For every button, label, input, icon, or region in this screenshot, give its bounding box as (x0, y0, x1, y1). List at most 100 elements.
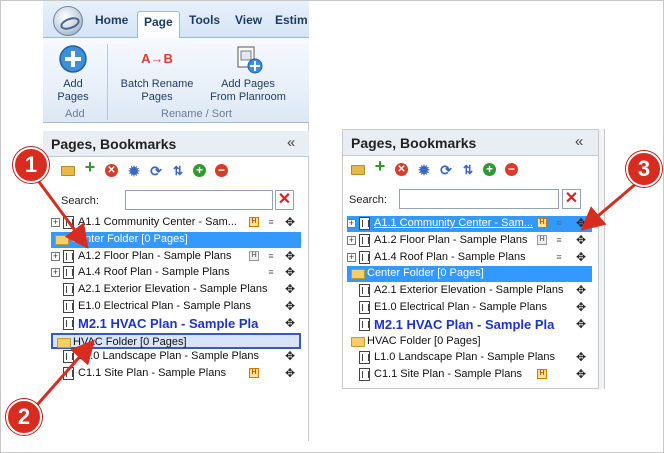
new-folder-icon[interactable] (351, 165, 365, 175)
tree-page-row[interactable]: + A1.2 Floor Plan - Sample Plans ✥ H ≡ (51, 249, 301, 265)
collapse-all-icon[interactable]: − (505, 163, 518, 176)
add-circle-icon (59, 45, 87, 73)
tree-page-row[interactable]: + A1.2 Floor Plan - Sample Plans ✥ H ≡ (347, 233, 592, 249)
expand-node-icon[interactable]: + (51, 268, 60, 278)
collapse-pane-icon[interactable]: « (287, 134, 295, 151)
add-pages-button[interactable]: Add Pages (51, 44, 95, 104)
move-handle-icon[interactable]: ✥ (285, 283, 295, 295)
move-handle-icon[interactable]: ✥ (576, 217, 586, 229)
move-handle-icon[interactable]: ✥ (285, 300, 295, 312)
expand-all-icon[interactable]: + (193, 164, 206, 177)
pages-pane-title: Pages, Bookmarks (351, 135, 477, 151)
search-input[interactable] (399, 189, 559, 209)
move-handle-icon[interactable]: ✥ (576, 351, 586, 363)
tree-item-label: E1.0 Electrical Plan - Sample Plans (374, 301, 548, 313)
tab-page[interactable]: Page (137, 11, 180, 39)
tree-folder-row[interactable]: Center Folder [0 Pages] (347, 266, 592, 283)
tree-page-row[interactable]: + A1.4 Roof Plan - Sample Plans ✥ ≡ (347, 250, 592, 266)
tree-page-row[interactable]: A2.1 Exterior Elevation - Sample Plans ✥ (51, 282, 301, 298)
tree-page-row[interactable]: E1.0 Electrical Plan - Sample Plans ✥ (347, 300, 592, 316)
add-icon[interactable]: + (83, 158, 97, 176)
page-icon (63, 249, 74, 263)
expand-node-icon[interactable]: + (51, 251, 60, 261)
overlay-lines-icon: ≡ (556, 234, 562, 245)
page-icon (359, 233, 370, 247)
add-pages-label: Add Pages (57, 78, 89, 103)
tree-page-row[interactable]: E1.0 Electrical Plan - Sample Plans ✥ (51, 299, 301, 315)
move-handle-icon[interactable]: ✥ (285, 367, 295, 379)
collapse-all-icon[interactable]: − (215, 164, 228, 177)
page-icon (359, 317, 370, 331)
search-input[interactable] (125, 190, 273, 210)
move-handle-icon[interactable]: ✥ (285, 350, 295, 362)
tab-estimate[interactable]: Estim (275, 13, 308, 27)
callout-2: 2 (6, 399, 42, 435)
move-handle-icon[interactable]: ✥ (285, 250, 295, 262)
delete-icon[interactable]: ✕ (105, 164, 118, 177)
sort-icon[interactable]: ⇅ (171, 164, 185, 178)
move-handle-icon[interactable]: ✥ (576, 234, 586, 246)
move-handle-icon[interactable]: ✥ (576, 284, 586, 296)
tree-item-label: M2.1 HVAC Plan - Sample Pla (374, 316, 555, 332)
tab-tools[interactable]: Tools (189, 13, 220, 27)
tree-item-label: HVAC Folder [0 Pages] (73, 335, 187, 348)
tree-page-row[interactable]: L1.0 Landscape Plan - Sample Plans ✥ (51, 349, 301, 365)
search-label: Search: (349, 194, 387, 206)
page-icon (359, 301, 370, 314)
tree-page-row[interactable]: + A1.1 Community Center - Sam... ✥ H ≡ (347, 216, 592, 232)
gear-icon[interactable]: ✹ (127, 164, 141, 178)
move-handle-icon[interactable]: ✥ (576, 251, 586, 263)
tree-page-row[interactable]: M2.1 HVAC Plan - Sample Pla ✥ (347, 317, 592, 333)
gear-icon[interactable]: ✹ (417, 163, 431, 177)
tree-page-row[interactable]: C1.1 Site Plan - Sample Plans ✥ H (347, 367, 592, 383)
ribbon-tab-bar: Home Page Tools View Estim (43, 1, 309, 39)
overlay-lines-icon: ≡ (268, 267, 274, 278)
clear-search-icon[interactable]: ✕ (275, 190, 294, 210)
expand-node-icon[interactable]: + (347, 219, 356, 228)
overlay-lines-icon: ≡ (556, 251, 562, 262)
header-footer-icon: H (249, 250, 259, 261)
batch-rename-pages-button[interactable]: A→B Batch Rename Pages (113, 44, 201, 104)
tree-item-label: A1.1 Community Center - Sam... (78, 216, 237, 228)
refresh-icon[interactable]: ⟳ (149, 164, 163, 178)
page-icon (63, 350, 74, 364)
move-handle-icon[interactable]: ✥ (576, 301, 586, 313)
tab-home[interactable]: Home (95, 13, 128, 27)
page-icon (63, 283, 74, 297)
move-handle-icon[interactable]: ✥ (285, 317, 295, 329)
clear-search-icon[interactable]: ✕ (562, 189, 581, 209)
tree-folder-row[interactable]: HVAC Folder [0 Pages] (51, 332, 301, 349)
move-handle-icon[interactable]: ✥ (285, 216, 295, 228)
delete-icon[interactable]: ✕ (395, 163, 408, 176)
folder-icon (55, 234, 69, 245)
tree-item-label: A1.4 Roof Plan - Sample Plans (374, 250, 526, 263)
add-pages-from-planroom-button[interactable]: Add Pages From Planroom (203, 44, 293, 104)
tree-page-row[interactable]: M2.1 HVAC Plan - Sample Pla ✥ (51, 316, 301, 332)
tree-page-row[interactable]: A2.1 Exterior Elevation - Sample Plans ✥ (347, 283, 592, 299)
header-footer-icon: H (537, 218, 547, 228)
tree-page-row[interactable]: C1.1 Site Plan - Sample Plans ✥ H (51, 366, 301, 382)
tree-folder-row[interactable]: HVAC Folder [0 Pages] (347, 334, 592, 350)
move-handle-icon[interactable]: ✥ (285, 266, 295, 278)
tree-page-row[interactable]: L1.0 Landscape Plan - Sample Plans ✥ (347, 350, 592, 366)
expand-node-icon[interactable]: + (347, 235, 356, 245)
collapse-pane-icon[interactable]: « (575, 133, 583, 150)
move-handle-icon[interactable]: ✥ (576, 368, 586, 380)
expand-node-icon[interactable]: + (51, 218, 60, 227)
new-folder-icon[interactable] (61, 166, 75, 176)
refresh-icon[interactable]: ⟳ (439, 163, 453, 177)
tree-folder-row[interactable]: Center Folder [0 Pages] (51, 231, 301, 248)
planroom-label: Add Pages From Planroom (210, 78, 286, 103)
expand-node-icon[interactable]: + (347, 252, 356, 262)
search-label: Search: (61, 195, 99, 207)
tree-page-row[interactable]: + A1.4 Roof Plan - Sample Plans ✥ ≡ (51, 265, 301, 281)
move-handle-icon[interactable]: ✥ (576, 318, 586, 330)
tree-item-label: A1.2 Floor Plan - Sample Plans (374, 233, 528, 246)
tree-page-row[interactable]: + A1.1 Community Center - Sam... ✥ H ≡ (51, 215, 301, 231)
tree-item-label: L1.0 Landscape Plan - Sample Plans (374, 351, 556, 364)
application-menu-icon[interactable] (53, 6, 83, 36)
expand-all-icon[interactable]: + (483, 163, 496, 176)
add-icon[interactable]: + (373, 157, 387, 175)
tab-view[interactable]: View (235, 13, 262, 27)
sort-icon[interactable]: ⇅ (461, 163, 475, 177)
